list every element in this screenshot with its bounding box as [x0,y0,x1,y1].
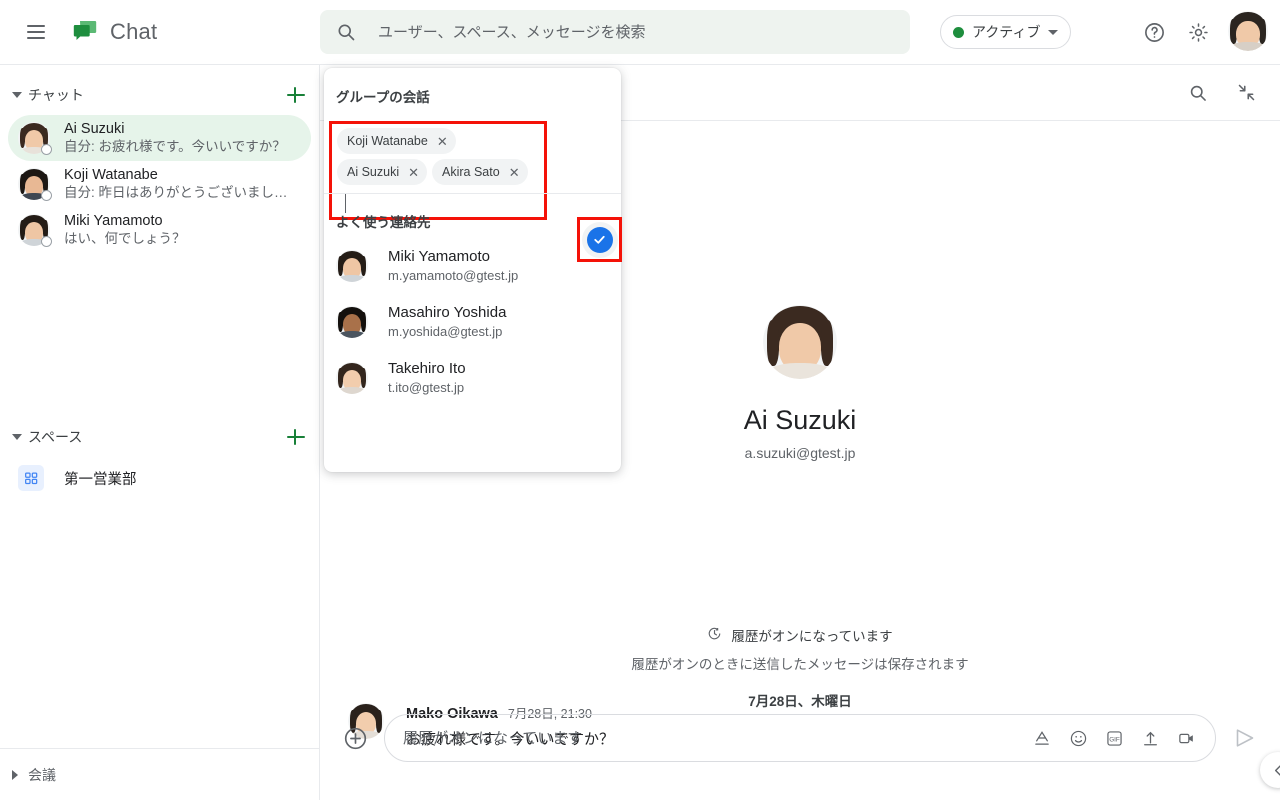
compose-input[interactable] [403,729,1031,747]
brand: Chat [72,19,157,45]
send-icon[interactable] [1228,721,1262,755]
frequent-contacts-list: Miki Yamamoto m.yamamoto@gtest.jp Masahi… [324,238,621,406]
recipient-chip-label: Ai Suzuki [347,165,400,179]
avatar [18,122,52,155]
contact-email: t.ito@gtest.jp [388,380,465,395]
emoji-icon[interactable] [1067,727,1089,749]
presence-indicator-icon [41,236,52,247]
sidebar-item-chat-2[interactable]: Miki Yamamoto はい、何でしょう？ [8,207,311,253]
chat-app-window: Chat アクティブ [0,0,1280,800]
contact-name: Takehiro Ito [388,360,466,377]
search-in-conversation-icon[interactable] [1178,73,1218,113]
recipient-chip-input[interactable]: Koji Watanabe ✕ Ai Suzuki ✕ Akira Sato ✕ [329,121,547,220]
chevron-right-icon [12,769,18,780]
history-subtitle: 履歴がオンのときに送信したメッセージは保存されます [631,657,969,672]
sidebar-item-chat-1[interactable]: Koji Watanabe 自分: 昨日はありがとうございました… [8,161,311,207]
sidebar-section-chat-label: チャット [28,87,84,103]
dialog-title: グループの会話 [336,90,430,105]
history-title: 履歴がオンになっています [731,629,893,644]
video-icon[interactable] [1175,727,1197,749]
confirm-group-button[interactable] [581,221,618,258]
space-item-name: 第一営業部 [64,471,137,488]
chevron-down-icon [12,434,22,440]
contact-name: Masahiro Yoshida [388,304,507,321]
global-search-box[interactable] [320,10,910,54]
compose-input-wrapper[interactable]: GIF [384,714,1216,762]
chat-bubble-icon [72,19,98,45]
recipient-chip-1[interactable]: Ai Suzuki ✕ [337,159,428,185]
sidebar-item-chat-0[interactable]: Ai Suzuki 自分: お疲れ様です。今いいですか？ [8,115,311,161]
sidebar-section-spaces-label: スペース [28,429,83,445]
chat-item-snippet: はい、何でしょう？ [64,231,186,246]
avatar [18,214,52,247]
avatar [18,168,52,201]
recipient-chip-0[interactable]: Koji Watanabe ✕ [337,128,456,154]
collapse-arrows-icon[interactable] [1226,73,1266,113]
chat-item-name: Miki Yamamoto [64,213,163,229]
search-input[interactable] [378,23,894,41]
sidebar-section-meet-label: 会議 [28,766,56,783]
text-cursor [345,193,346,213]
hamburger-menu-icon[interactable] [12,8,60,56]
close-icon[interactable]: ✕ [408,166,419,179]
top-header-bar: Chat アクティブ [0,0,1280,64]
sidebar-section-meet[interactable]: 会議 [0,748,319,800]
close-icon[interactable]: ✕ [437,135,448,148]
page-title: Ai Suzuki [743,405,857,435]
dialog-divider [324,193,621,194]
upload-icon[interactable] [1139,727,1161,749]
chevron-down-icon [12,92,22,98]
hero-email: a.suzuki@gtest.jp [744,445,856,461]
recipient-chip-label: Koji Watanabe [347,134,428,148]
chat-item-snippet: 自分: 昨日はありがとうございました… [64,185,296,200]
status-dot-icon [953,26,964,38]
history-notice: 履歴がオンになっています 履歴がオンのときに送信したメッセージは保存されます 7… [320,625,1280,710]
sidebar-item-space-0[interactable]: 第一営業部 [8,457,311,499]
chat-item-name: Ai Suzuki [64,121,125,137]
presence-indicator-icon [41,144,52,155]
help-icon[interactable] [1134,12,1174,52]
avatar [336,362,368,394]
svg-text:GIF: GIF [1109,736,1120,743]
history-clock-icon [707,626,722,644]
chat-item-snippet: 自分: お疲れ様です。今いいですか？ [64,139,286,154]
message-composer: GIF [320,712,1280,764]
contact-list-item-1[interactable]: Masahiro Yoshida m.yoshida@gtest.jp [324,294,621,350]
contact-email: m.yoshida@gtest.jp [388,324,503,339]
frequent-contacts-label: よく使う連絡先 [336,215,431,230]
check-circle-icon [586,226,613,253]
account-avatar[interactable] [1228,11,1268,51]
recipient-chip-label: Akira Sato [442,165,500,179]
format-text-icon[interactable] [1031,727,1053,749]
new-space-button[interactable] [285,426,307,448]
left-sidebar: チャット Ai Suzuki 自分: お疲れ様です。今いいですか？ Koji W… [0,64,320,800]
status-pill[interactable]: アクティブ [940,15,1072,49]
avatar [336,306,368,338]
status-label: アクティブ [972,24,1041,40]
avatar [1228,11,1268,51]
presence-indicator-icon [41,190,52,201]
new-chat-button[interactable] [285,84,307,106]
chevron-down-icon [1048,29,1059,35]
gear-icon[interactable] [1178,12,1218,52]
sidebar-section-spaces[interactable]: スペース [0,417,319,457]
space-grid-icon [18,465,44,491]
contact-email: m.yamamoto@gtest.jp [388,268,519,283]
confirm-highlight-box [577,217,622,262]
contact-name: Miki Yamamoto [388,248,490,265]
plus-circle-icon[interactable] [338,721,372,755]
avatar [763,305,837,379]
search-icon [336,22,356,42]
sidebar-section-chat[interactable]: チャット [0,75,319,115]
close-icon[interactable]: ✕ [509,166,520,179]
gif-icon[interactable]: GIF [1103,727,1125,749]
contact-list-item-2[interactable]: Takehiro Ito t.ito@gtest.jp [324,350,621,406]
app-title: Chat [110,19,158,44]
recipient-chip-2[interactable]: Akira Sato ✕ [432,159,528,185]
group-conversation-dialog: グループの会話 Koji Watanabe ✕ Ai Suzuki ✕ Akir… [324,68,622,472]
chat-item-name: Koji Watanabe [64,167,158,183]
avatar [336,250,368,282]
